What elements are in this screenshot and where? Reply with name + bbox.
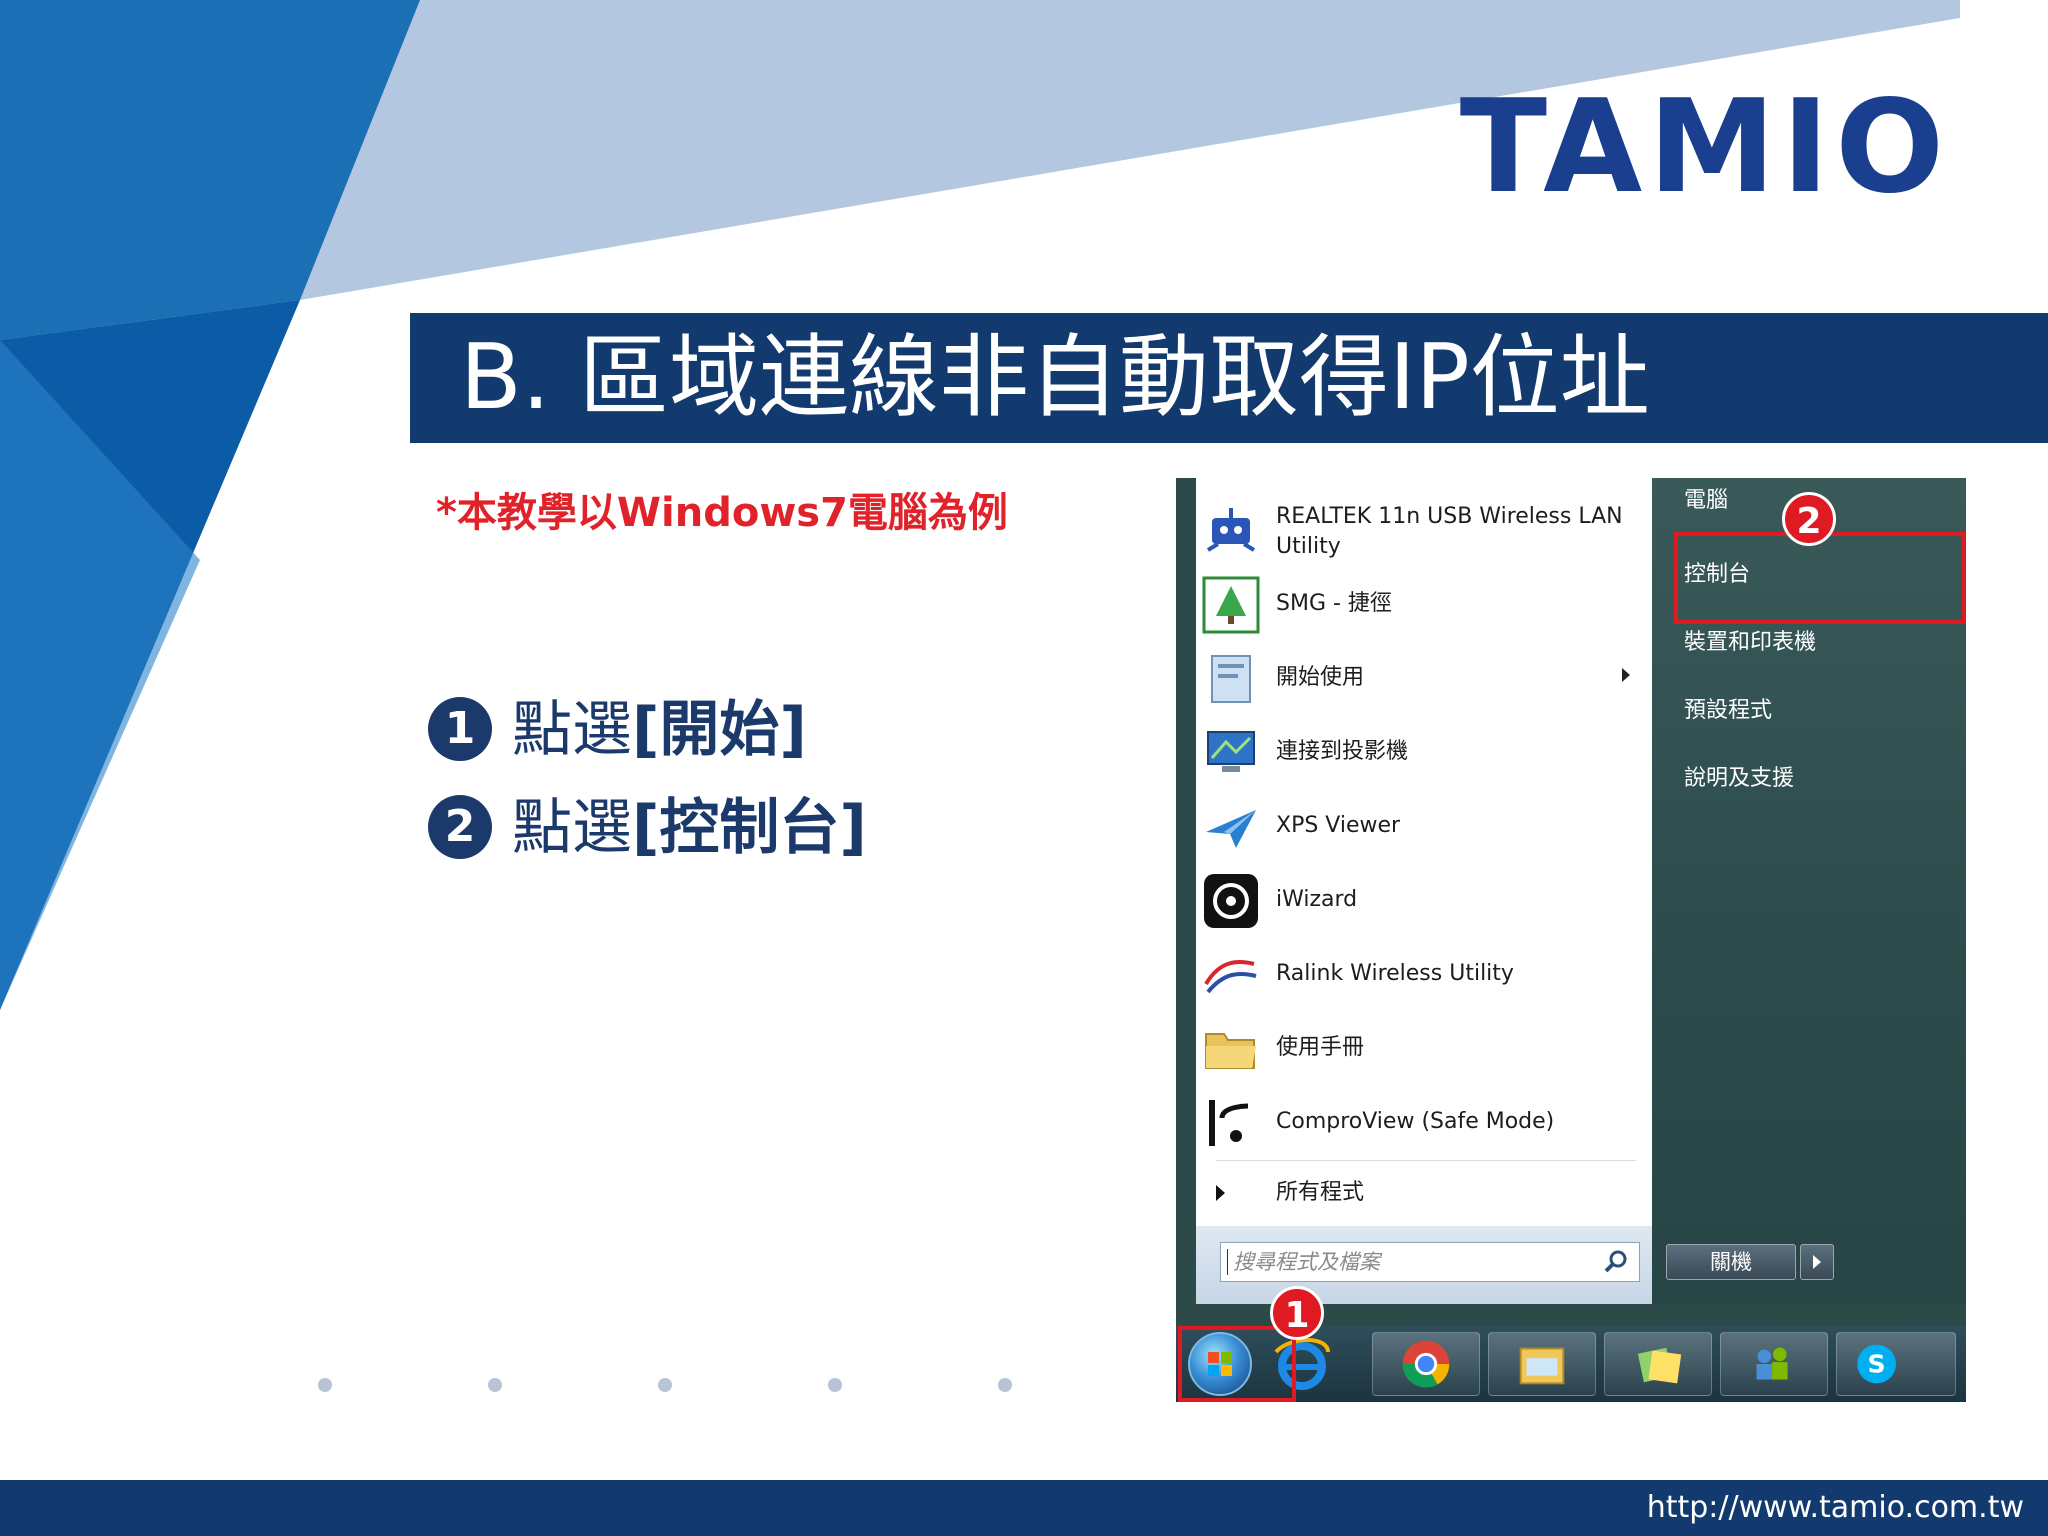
menu-item-label: Ralink Wireless Utility	[1276, 961, 1514, 986]
ralink-icon	[1204, 960, 1257, 994]
menu-item-label: 連接到投影機	[1276, 739, 1409, 764]
comproview-icon	[1204, 1096, 1258, 1150]
windows7-note: *本教學以Windows7電腦為例	[436, 490, 1008, 536]
file-explorer-icon	[1519, 1347, 1565, 1385]
start-menu-screenshot: REALTEK 11n USB Wireless LAN Utility SMG…	[1176, 478, 1966, 1402]
xps-viewer-icon	[1206, 810, 1256, 848]
website-url[interactable]: http://www.tamio.com.tw	[1647, 1480, 2024, 1536]
menu-item-ralink[interactable]: Ralink Wireless Utility	[1202, 938, 1642, 1010]
taskbar-app-5[interactable]	[1720, 1332, 1828, 1396]
step-1-target: [開始]	[632, 695, 807, 765]
control-panel-highlight	[1674, 532, 1966, 624]
taskbar-app-4[interactable]	[1604, 1332, 1712, 1396]
step-2-number: 2	[428, 795, 492, 860]
step-2-target: [控制台]	[632, 793, 867, 863]
slide-title: B. 區域連線非自動取得IP位址	[460, 325, 1650, 430]
expand-arrow-icon	[1216, 1185, 1225, 1201]
getting-started-icon	[1211, 655, 1251, 703]
sticky-notes-icon	[1637, 1347, 1682, 1384]
menu-item-label: iWizard	[1276, 887, 1358, 912]
realtek-icon	[1206, 508, 1256, 552]
search-placeholder: 搜尋程式及檔案	[1233, 1250, 1380, 1274]
menu-item-getting-started[interactable]: 開始使用	[1202, 642, 1642, 714]
step-1-prefix: 點選	[512, 695, 632, 765]
chrome-icon	[1402, 1340, 1450, 1388]
smg-icon	[1202, 576, 1260, 634]
shutdown-button[interactable]: 關機	[1666, 1244, 1796, 1280]
taskbar-chrome[interactable]	[1372, 1332, 1480, 1396]
iwizard-icon	[1204, 874, 1258, 928]
search-area: 搜尋程式及檔案	[1196, 1226, 1652, 1304]
menu-item-iwizard[interactable]: iWizard	[1202, 864, 1642, 936]
search-icon[interactable]	[1603, 1249, 1629, 1275]
dot	[998, 1378, 1012, 1392]
all-programs-button[interactable]: 所有程式	[1216, 1168, 1636, 1218]
step-2: 2 點選[控制台]	[428, 788, 867, 868]
search-input[interactable]: 搜尋程式及檔案	[1220, 1242, 1640, 1282]
skype-icon: S	[1857, 1344, 1896, 1384]
menu-separator	[1216, 1160, 1636, 1161]
menu-item-label: ComproView (Safe Mode)	[1276, 1109, 1555, 1134]
right-item-devices-printers[interactable]: 裝置和印表機	[1684, 624, 1816, 656]
all-programs-label: 所有程式	[1276, 1180, 1365, 1205]
dot	[658, 1378, 672, 1392]
title-bar: B. 區域連線非自動取得IP位址	[410, 313, 2048, 443]
menu-item-label: REALTEK 11n USB Wireless LAN Utility	[1276, 504, 1623, 559]
right-item-computer[interactable]: 電腦	[1684, 482, 1728, 514]
menu-item-realtek[interactable]: REALTEK 11n USB Wireless LAN Utility	[1202, 496, 1642, 568]
network-users-icon	[1756, 1347, 1788, 1380]
submenu-arrow-icon	[1622, 668, 1630, 682]
menu-item-comproview[interactable]: ComproView (Safe Mode)	[1202, 1086, 1642, 1158]
folder-icon	[1205, 1033, 1256, 1069]
callout-badge-1: 1	[1270, 1286, 1324, 1340]
right-item-default-programs[interactable]: 預設程式	[1684, 692, 1772, 724]
taskbar-skype[interactable]: S	[1836, 1332, 1956, 1396]
menu-item-label: XPS Viewer	[1276, 813, 1401, 838]
taskbar-explorer[interactable]	[1488, 1332, 1596, 1396]
projector-icon	[1207, 731, 1255, 772]
start-menu-programs-pane: REALTEK 11n USB Wireless LAN Utility SMG…	[1196, 478, 1653, 1304]
menu-item-label: 使用手冊	[1276, 1035, 1365, 1060]
menu-item-projector[interactable]: 連接到投影機	[1202, 716, 1642, 788]
menu-item-xps-viewer[interactable]: XPS Viewer	[1202, 790, 1642, 862]
right-item-help-support[interactable]: 說明及支援	[1684, 760, 1794, 792]
menu-item-label: 開始使用	[1276, 665, 1365, 690]
tamio-logo: TAMIO	[1459, 73, 1950, 222]
svg-text:S: S	[1868, 1350, 1886, 1379]
step-1: 1 點選[開始]	[428, 690, 807, 770]
menu-item-user-manual[interactable]: 使用手冊	[1202, 1012, 1642, 1084]
dot	[488, 1378, 502, 1392]
menu-item-smg[interactable]: SMG - 捷徑	[1202, 568, 1642, 640]
shutdown-options-arrow[interactable]	[1800, 1244, 1834, 1280]
callout-badge-2: 2	[1782, 492, 1836, 546]
dot	[828, 1378, 842, 1392]
start-button-highlight	[1178, 1326, 1296, 1402]
footer-bar: http://www.tamio.com.tw	[0, 1480, 2048, 1536]
text-caret	[1227, 1249, 1228, 1275]
dot	[318, 1378, 332, 1392]
menu-item-label: SMG - 捷徑	[1276, 591, 1392, 616]
step-1-number: 1	[428, 697, 492, 762]
step-2-prefix: 點選	[512, 793, 632, 863]
